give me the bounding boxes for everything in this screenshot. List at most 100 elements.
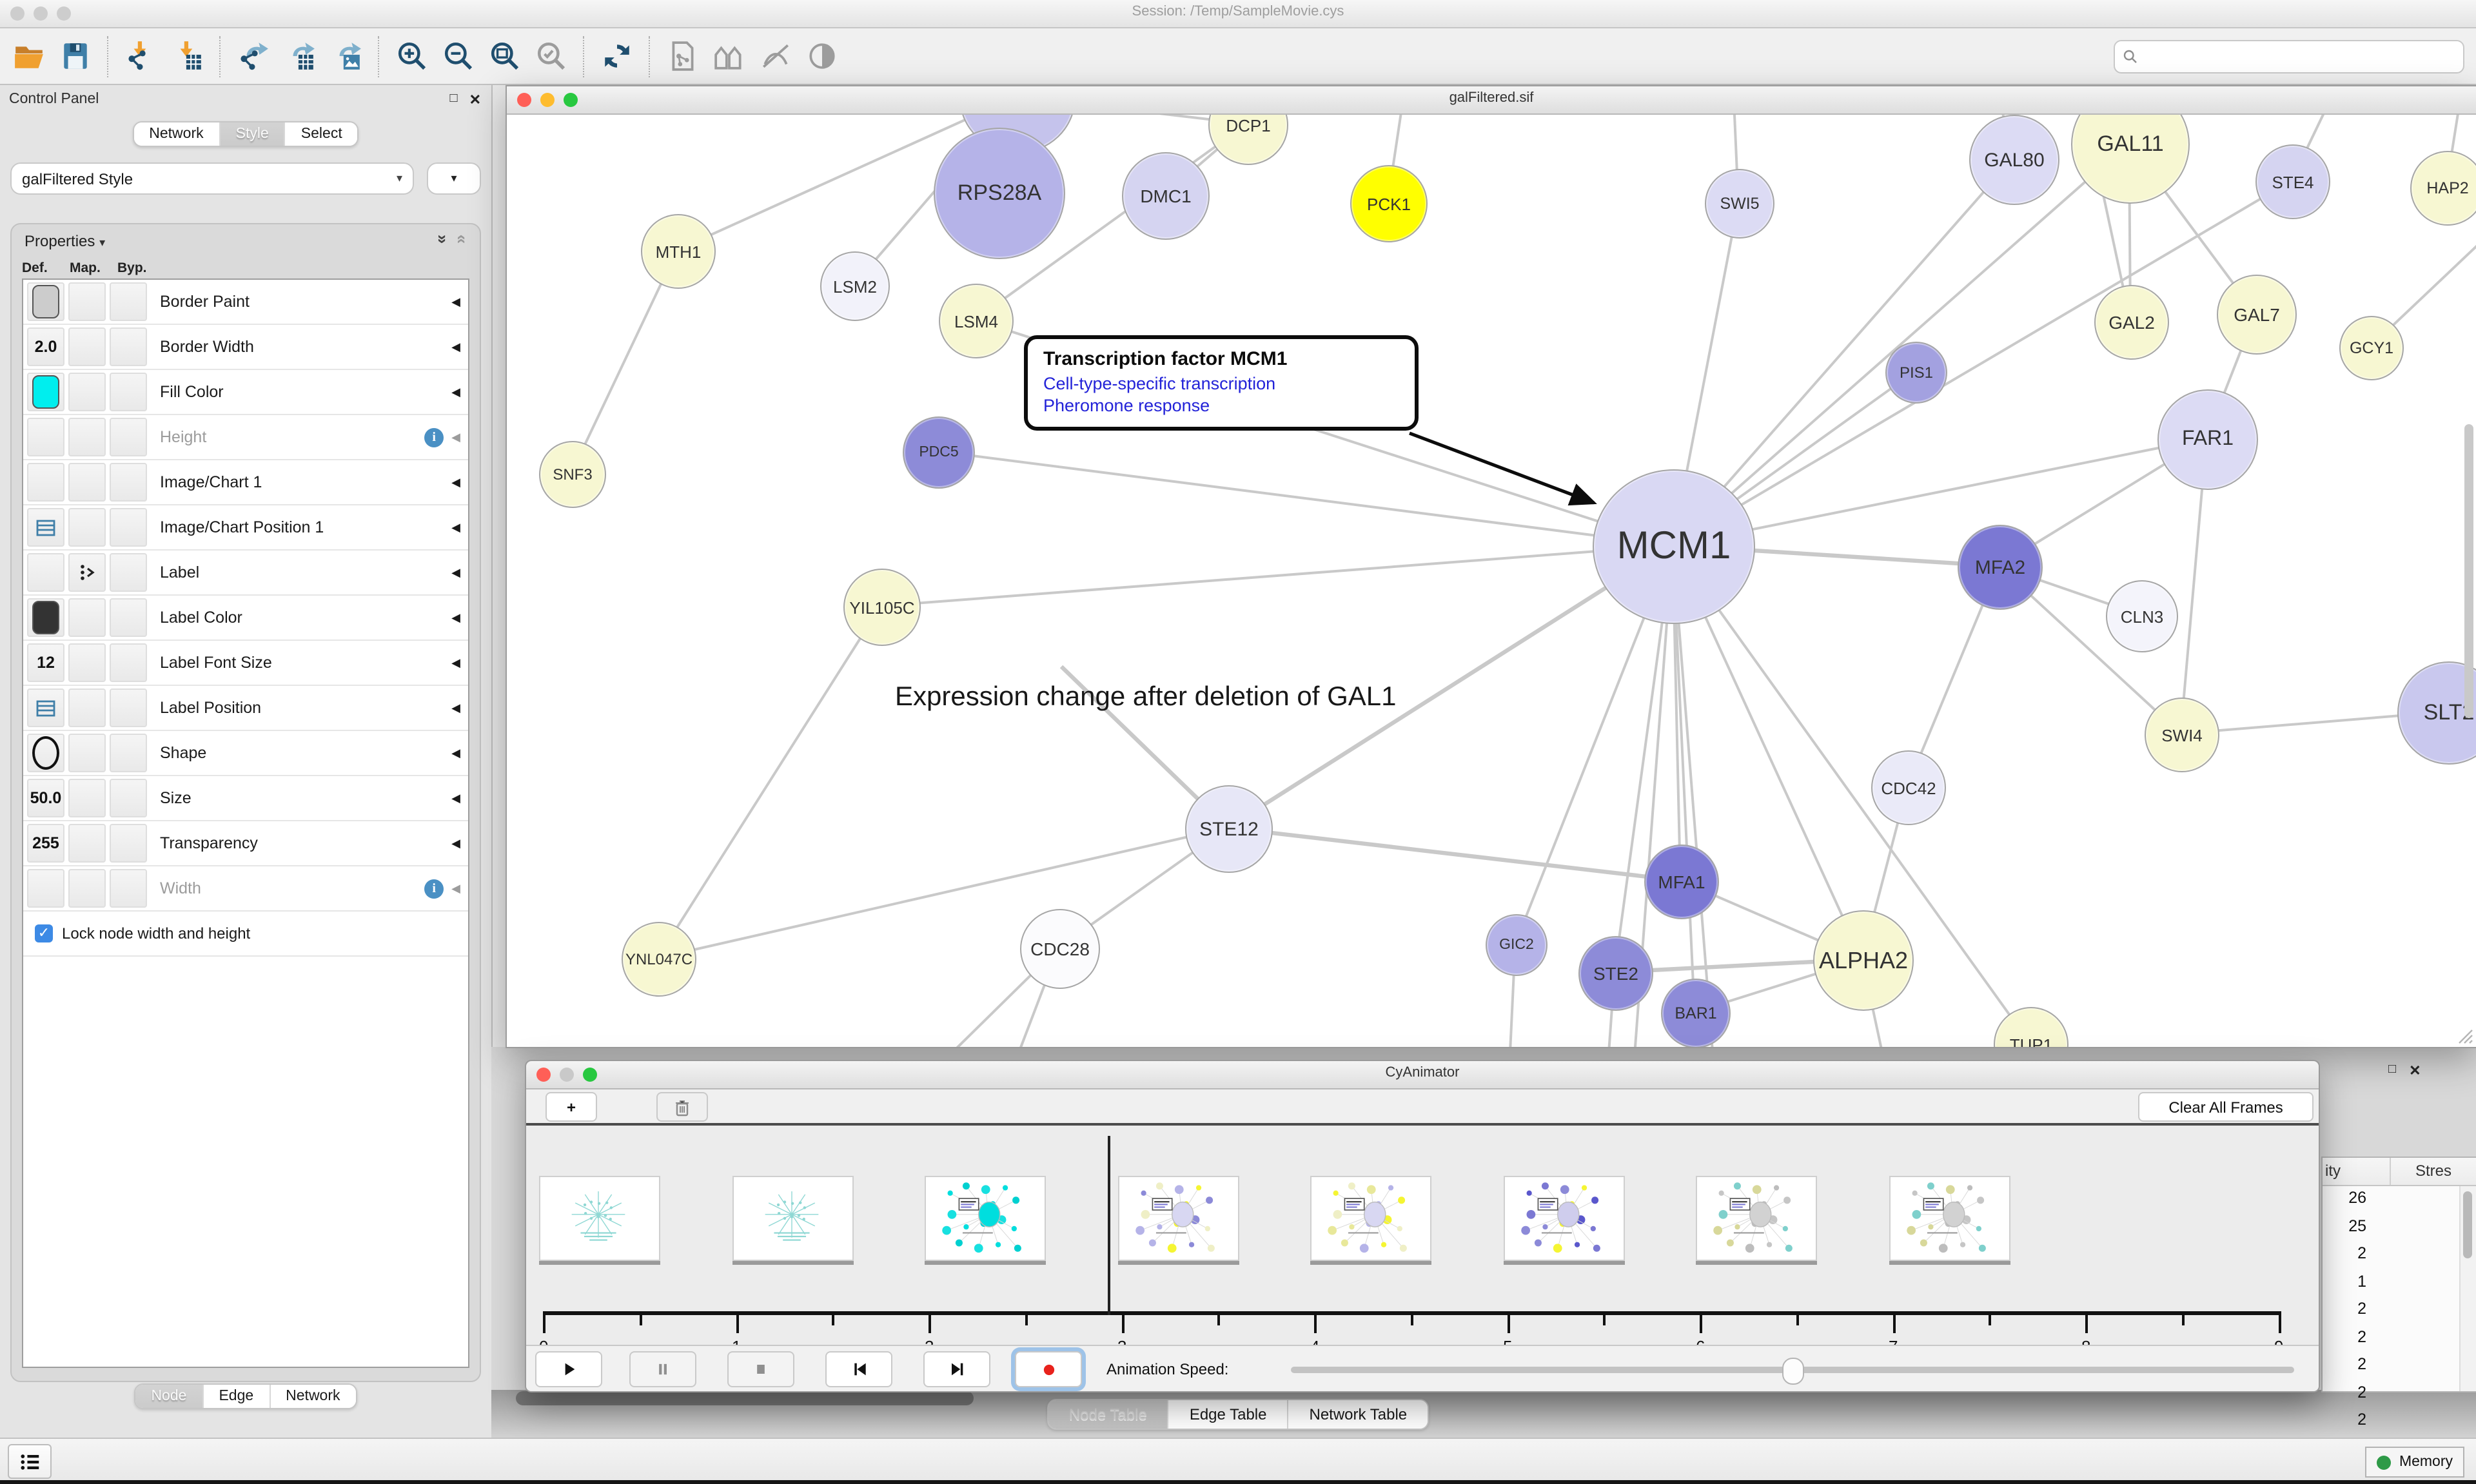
search-box[interactable] [2114,40,2464,73]
network-node-gal11[interactable]: GAL11 [2071,115,2190,204]
network-node-swi5[interactable]: SWI5 [1705,169,1774,239]
network-node-far1[interactable]: FAR1 [2157,389,2258,490]
table-tab-network-table[interactable]: Network Table [1289,1400,1428,1429]
frame-thumbnail-4[interactable] [1310,1176,1431,1261]
skip-end-button[interactable] [923,1351,990,1387]
network-node-dmc1[interactable]: DMC1 [1122,152,1210,240]
network-node-rps28a[interactable]: RPS28A [934,128,1065,259]
expand-row-icon[interactable]: ◀ [451,746,460,760]
default-cell[interactable]: 50.0 [27,779,64,817]
table-column-header[interactable]: Stres [2391,1158,2476,1185]
mapping-cell[interactable] [68,553,106,592]
network-node-gal7[interactable]: GAL7 [2217,275,2297,355]
mapping-cell[interactable] [68,463,106,502]
mapping-cell[interactable] [68,734,106,772]
network-node-bar1[interactable]: BAR1 [1661,979,1731,1047]
lock-size-checkbox[interactable]: ✓ [35,924,53,942]
mapping-cell[interactable] [68,418,106,456]
expand-row-icon[interactable]: ◀ [451,520,460,534]
mapping-cell[interactable] [68,373,106,411]
property-row-shape[interactable]: Shape ◀ [23,731,468,776]
network-node-pck1[interactable]: PCK1 [1350,165,1428,242]
close-panel-icon[interactable]: ✕ [2409,1062,2421,1079]
property-row-image-chart-1[interactable]: Image/Chart 1 ◀ [23,460,468,505]
default-cell[interactable] [27,508,64,547]
info-icon[interactable]: i [424,879,444,898]
expand-row-icon[interactable]: ◀ [451,385,460,399]
expand-row-icon[interactable]: ◀ [451,430,460,444]
expand-row-icon[interactable]: ◀ [451,836,460,850]
network-vertical-scrollbar[interactable] [2464,424,2473,718]
network-node-cdc42[interactable]: CDC42 [1871,750,1946,825]
network-node-pdc5[interactable]: PDC5 [903,416,975,489]
import-table-button[interactable] [166,35,208,77]
style-options-button[interactable]: ▾ [427,162,481,195]
play-button[interactable] [535,1351,602,1387]
timeline-playhead[interactable] [1108,1136,1110,1315]
zoom-fit-button[interactable] [484,35,525,77]
slider-thumb[interactable] [1782,1358,1804,1385]
expand-row-icon[interactable]: ◀ [451,340,460,354]
delete-frame-button[interactable] [656,1092,708,1122]
frame-thumbnail-6[interactable] [1696,1176,1817,1261]
default-cell[interactable] [27,373,64,411]
bypass-cell[interactable] [110,869,147,908]
add-frame-button[interactable]: + [545,1092,597,1122]
network-node-ste2[interactable]: STE2 [1578,936,1653,1011]
network-node-ste4[interactable]: STE4 [2255,144,2330,219]
expand-row-icon[interactable]: ◀ [451,656,460,670]
expand-row-icon[interactable]: ◀ [451,565,460,580]
expand-row-icon[interactable]: ◀ [451,701,460,715]
mapping-cell[interactable] [68,282,106,321]
export-network-button[interactable] [232,35,273,77]
export-image-button[interactable] [325,35,366,77]
frame-thumbnail-3[interactable] [1117,1176,1239,1261]
network-node-gcy1[interactable]: GCY1 [2339,316,2404,380]
property-row-width[interactable]: Width i ◀ [23,866,468,912]
expand-row-icon[interactable]: ◀ [451,881,460,895]
bypass-cell[interactable] [110,688,147,727]
annotation-box[interactable]: Transcription factor MCM1 Cell-type-spec… [1024,335,1419,431]
tab-select[interactable]: Select [286,122,358,146]
tab-network[interactable]: Network [133,122,220,146]
property-row-border-paint[interactable]: Border Paint ◀ [23,280,468,325]
network-node-gal80[interactable]: GAL80 [1969,115,2059,205]
network-node-snf3[interactable]: SNF3 [539,441,606,508]
export-table-button[interactable] [279,35,320,77]
import-network-button[interactable] [120,35,161,77]
default-cell[interactable]: 12 [27,643,64,682]
property-row-fill-color[interactable]: Fill Color ◀ [23,370,468,415]
default-cell[interactable] [27,734,64,772]
skip-start-button[interactable] [825,1351,892,1387]
default-cell[interactable] [27,598,64,637]
stop-button[interactable] [727,1351,794,1387]
collapse-all-icon[interactable]: « [453,235,472,244]
property-row-label-position[interactable]: Label Position ◀ [23,686,468,731]
mapping-cell[interactable] [68,779,106,817]
network-node-ynl047c[interactable]: YNL047C [622,922,696,997]
network-node-cdc28[interactable]: CDC28 [1020,909,1100,989]
property-row-label-font-size[interactable]: 12 Label Font Size ◀ [23,641,468,686]
default-cell[interactable] [27,418,64,456]
animation-speed-slider[interactable] [1291,1367,2294,1373]
network-node-pis1[interactable]: PIS1 [1885,342,1947,404]
network-node-mfa1[interactable]: MFA1 [1644,845,1719,919]
expand-row-icon[interactable]: ◀ [451,295,460,309]
network-node-cln3[interactable]: CLN3 [2106,580,2178,652]
zoom-out-button[interactable] [437,35,478,77]
default-cell[interactable] [27,282,64,321]
search-input[interactable] [2143,48,2455,66]
bypass-cell[interactable] [110,553,147,592]
pause-button[interactable] [629,1351,696,1387]
show-graphics-button[interactable] [801,35,842,77]
network-window-titlebar[interactable]: galFiltered.sif [507,86,2476,115]
network-node-mcm1[interactable]: MCM1 [1593,469,1755,624]
network-node-alpha2[interactable]: ALPHA2 [1813,910,1914,1011]
frame-thumbnail-5[interactable] [1503,1176,1624,1261]
mapping-cell[interactable] [68,869,106,908]
tab-style[interactable]: Style [221,122,286,146]
default-cell[interactable] [27,688,64,727]
property-row-transparency[interactable]: 255 Transparency ◀ [23,821,468,866]
bypass-cell[interactable] [110,734,147,772]
network-node-ste12[interactable]: STE12 [1185,785,1273,873]
